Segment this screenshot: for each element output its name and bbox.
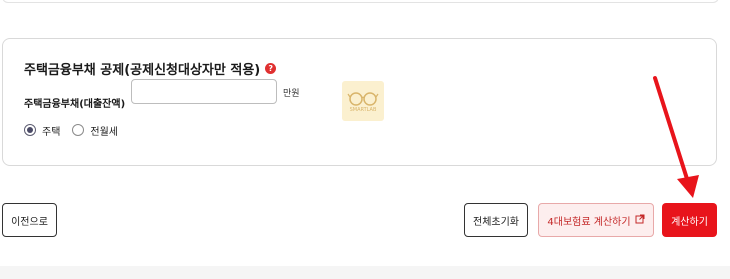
radio-option-housing[interactable]: 주택: [24, 123, 60, 138]
radio-label-jeonse: 전월세: [90, 126, 119, 138]
debt-type-radio-group: 주택 전월세: [24, 119, 130, 141]
reset-all-button[interactable]: 전체초기화: [464, 203, 528, 237]
watermark-logo: SMARTLAB: [342, 81, 384, 121]
page: 주택금융부채 공제(공제신청대상자만 적용) ? 주택금융부채(대출잔액) 주택…: [0, 0, 730, 279]
debt-amount-input[interactable]: [131, 79, 277, 104]
radio-unchecked-icon[interactable]: [72, 124, 85, 136]
radio-label-housing: 주택: [42, 126, 61, 138]
unit-label: 만원: [283, 89, 300, 99]
footer-band: [0, 266, 730, 279]
housing-debt-label: 주택금융부채(대출잔액): [24, 99, 126, 110]
radio-option-jeonse[interactable]: 전월세: [72, 123, 118, 138]
help-icon[interactable]: ?: [265, 63, 277, 74]
section-title: 주택금융부채 공제(공제신청대상자만 적용) ?: [24, 59, 277, 78]
radio-checked-icon[interactable]: [24, 124, 36, 136]
glasses-icon: [347, 91, 379, 106]
external-link-icon: [635, 214, 645, 227]
calculate-button[interactable]: 계산하기: [662, 203, 717, 237]
previous-button[interactable]: 이전으로: [2, 203, 57, 237]
watermark-text: SMARTLAB: [349, 106, 377, 113]
insurance-calc-label: 4대보험료 계산하기: [547, 216, 631, 228]
insurance-calc-button[interactable]: 4대보험료 계산하기: [538, 203, 654, 237]
section-title-text: 주택금융부채 공제(공제신청대상자만 적용): [24, 63, 261, 78]
previous-section-card: [2, 0, 719, 3]
